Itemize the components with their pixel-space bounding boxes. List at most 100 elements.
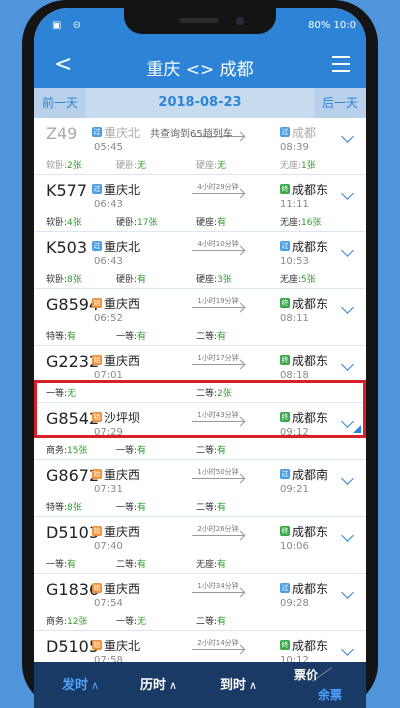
notch	[124, 8, 276, 34]
to-station: 成都东	[292, 582, 329, 596]
to-station-tag: 过	[280, 469, 290, 479]
seat-info: 商务:15张	[46, 446, 88, 456]
arrow-right-icon	[192, 592, 244, 593]
to-station: 成都	[292, 126, 317, 140]
chevron-down-icon[interactable]	[341, 529, 354, 542]
status-icons: ▣ ⊝	[52, 20, 86, 31]
seat-availability: 软卧:4张 硬卧:17张 硬座:有 无座:16张	[46, 215, 346, 228]
sort-depart-button[interactable]: 发时 ∧	[62, 674, 99, 693]
chevron-down-icon[interactable]	[341, 301, 354, 314]
seat-info: 二等:有	[116, 560, 147, 570]
from-station-tag: 过	[92, 127, 102, 137]
arrow-right-icon	[192, 535, 244, 536]
to-station-tag: 终	[280, 298, 290, 308]
app-screen: ▣ ⊝ 80% 10:0 < 重庆 <> 成都 前一天 2018-08-23 后…	[34, 8, 366, 708]
train-row[interactable]: G1836 始重庆西 07:54 1小时34分钟过成都东 09:28 商务:12张 一等:无…	[34, 574, 366, 631]
train-row[interactable]: G8594 始重庆西 06:52 1小时19分钟终成都东 08:11 特等:有 一等:有 二等…	[34, 289, 366, 346]
sort-arrive-button[interactable]: 到时 ∧	[220, 674, 257, 693]
depart-time: 06:43	[94, 199, 123, 210]
seat-info: 硬座:无	[196, 161, 227, 171]
seat-info: 一等:无	[116, 617, 147, 627]
train-row[interactable]: G8542 始沙坪坝 07:29 1小时43分钟终成都东 09:12 商务:15张 一等:有…	[34, 403, 366, 460]
arrow-right-icon	[192, 364, 244, 365]
train-row[interactable]: D5103 始重庆西 07:40 2小时26分钟终成都东 10:06 一等:有 二等:有 无座…	[34, 517, 366, 574]
page-title: 重庆 <> 成都	[146, 60, 254, 80]
from-station: 重庆西	[104, 468, 141, 482]
seat-availability: 一等:无 二等:2张	[46, 386, 346, 399]
to-station: 成都东	[292, 354, 329, 368]
train-code: K503	[46, 238, 88, 257]
seat-info: 一等:有	[46, 560, 77, 570]
seat-availability: 特等:有 一等:有 二等:有	[46, 329, 346, 342]
depart-time: 07:31	[94, 484, 123, 495]
from-station-tag: 过	[92, 184, 102, 194]
train-code: Z49	[46, 124, 78, 143]
seat-info: 硬卧:17张	[116, 218, 158, 228]
sort-duration-button[interactable]: 历时 ∧	[140, 674, 177, 693]
camera-icon	[236, 17, 244, 25]
seat-availability: 商务:12张 一等:无 二等:有	[46, 614, 346, 627]
from-station-tag: 始	[92, 469, 102, 479]
seat-info: 硬座:3张	[196, 275, 232, 285]
train-row[interactable]: G2232 始重庆西 07:01 1小时17分钟终成都东 08:18 一等:无 二等:2张	[34, 346, 366, 403]
arrive-time: 08:39	[280, 142, 309, 153]
result-count-notice: 共查询到65趟列车	[150, 129, 233, 140]
arrive-time: 09:12	[280, 427, 309, 438]
next-day-button[interactable]: 后一天	[313, 88, 366, 118]
chevron-down-icon[interactable]	[341, 187, 354, 200]
seat-info: 硬卧:无	[116, 161, 147, 171]
seat-info: 无座:1张	[280, 161, 316, 171]
train-row[interactable]: G8672 始重庆西 07:31 1小时50分钟过成都南 09:21 特等:8张 一等:有二…	[34, 460, 366, 517]
train-code: K577	[46, 181, 88, 200]
depart-time: 06:52	[94, 313, 123, 324]
arrive-time: 08:18	[280, 370, 309, 381]
to-station: 成都东	[292, 183, 329, 197]
sort-remain-button[interactable]: 余票	[318, 686, 342, 703]
seat-info: 硬卧:有	[116, 275, 147, 285]
depart-time: 05:45	[94, 142, 123, 153]
seat-info: 二等:有	[196, 617, 227, 627]
chevron-down-icon[interactable]	[341, 586, 354, 599]
arrow-right-icon	[192, 478, 244, 479]
seat-info: 软卧:2张	[46, 161, 82, 171]
arrive-time: 09:28	[280, 598, 309, 609]
seat-info: 硬座:有	[196, 218, 227, 228]
seat-info: 一等:有	[116, 446, 147, 456]
sort-price-button[interactable]: 票价	[294, 666, 318, 683]
duration: 1小时43分钟	[197, 411, 239, 419]
seat-info: 二等:有	[196, 332, 227, 342]
to-station: 成都东	[292, 411, 329, 425]
train-row[interactable]: Z49 过重庆北 05:45 过成都 08:39 软卧:2张 硬卧:无 硬座:无 无座:1张 共查…	[34, 118, 366, 175]
from-station: 重庆北	[104, 240, 141, 254]
from-station: 重庆北	[104, 639, 141, 653]
chevron-down-icon[interactable]	[341, 643, 354, 656]
seat-info: 特等:8张	[46, 503, 82, 513]
to-station-tag: 终	[280, 184, 290, 194]
to-station-tag: 终	[280, 526, 290, 536]
arrow-right-icon	[192, 421, 244, 422]
chevron-down-icon[interactable]	[341, 358, 354, 371]
from-station-tag: 始	[92, 298, 102, 308]
to-station-tag: 过	[280, 583, 290, 593]
chevron-down-icon[interactable]	[341, 244, 354, 257]
seat-info: 一等:无	[46, 389, 77, 399]
seat-info: 一等:有	[116, 332, 147, 342]
chevron-down-icon[interactable]	[341, 415, 354, 428]
duration: 2小时14分钟	[197, 639, 239, 647]
from-station-tag: 始	[92, 412, 102, 422]
seat-availability: 特等:8张 一等:有 二等:有	[46, 500, 346, 513]
from-station: 重庆西	[104, 582, 141, 596]
to-station-tag: 终	[280, 412, 290, 422]
from-station: 重庆西	[104, 354, 141, 368]
depart-time: 07:01	[94, 370, 123, 381]
chevron-down-icon[interactable]	[341, 472, 354, 485]
train-row[interactable]: K577 过重庆北 06:43 4小时29分钟 终成都东 11:11 软卧:4张 硬卧:17张…	[34, 175, 366, 232]
seat-availability: 软卧:8张 硬卧:有 硬座:3张 无座:5张	[46, 272, 346, 285]
to-station: 成都东	[292, 525, 329, 539]
seat-info: 软卧:4张	[46, 218, 82, 228]
seat-info: 二等:有	[196, 503, 227, 513]
list-menu-icon[interactable]	[332, 56, 350, 77]
chevron-down-icon[interactable]	[341, 130, 354, 143]
train-row[interactable]: K503 过重庆北 06:43 4小时10分钟过成都东 10:53 软卧:8张 硬卧:有 硬座…	[34, 232, 366, 289]
to-station: 成都南	[292, 468, 329, 482]
